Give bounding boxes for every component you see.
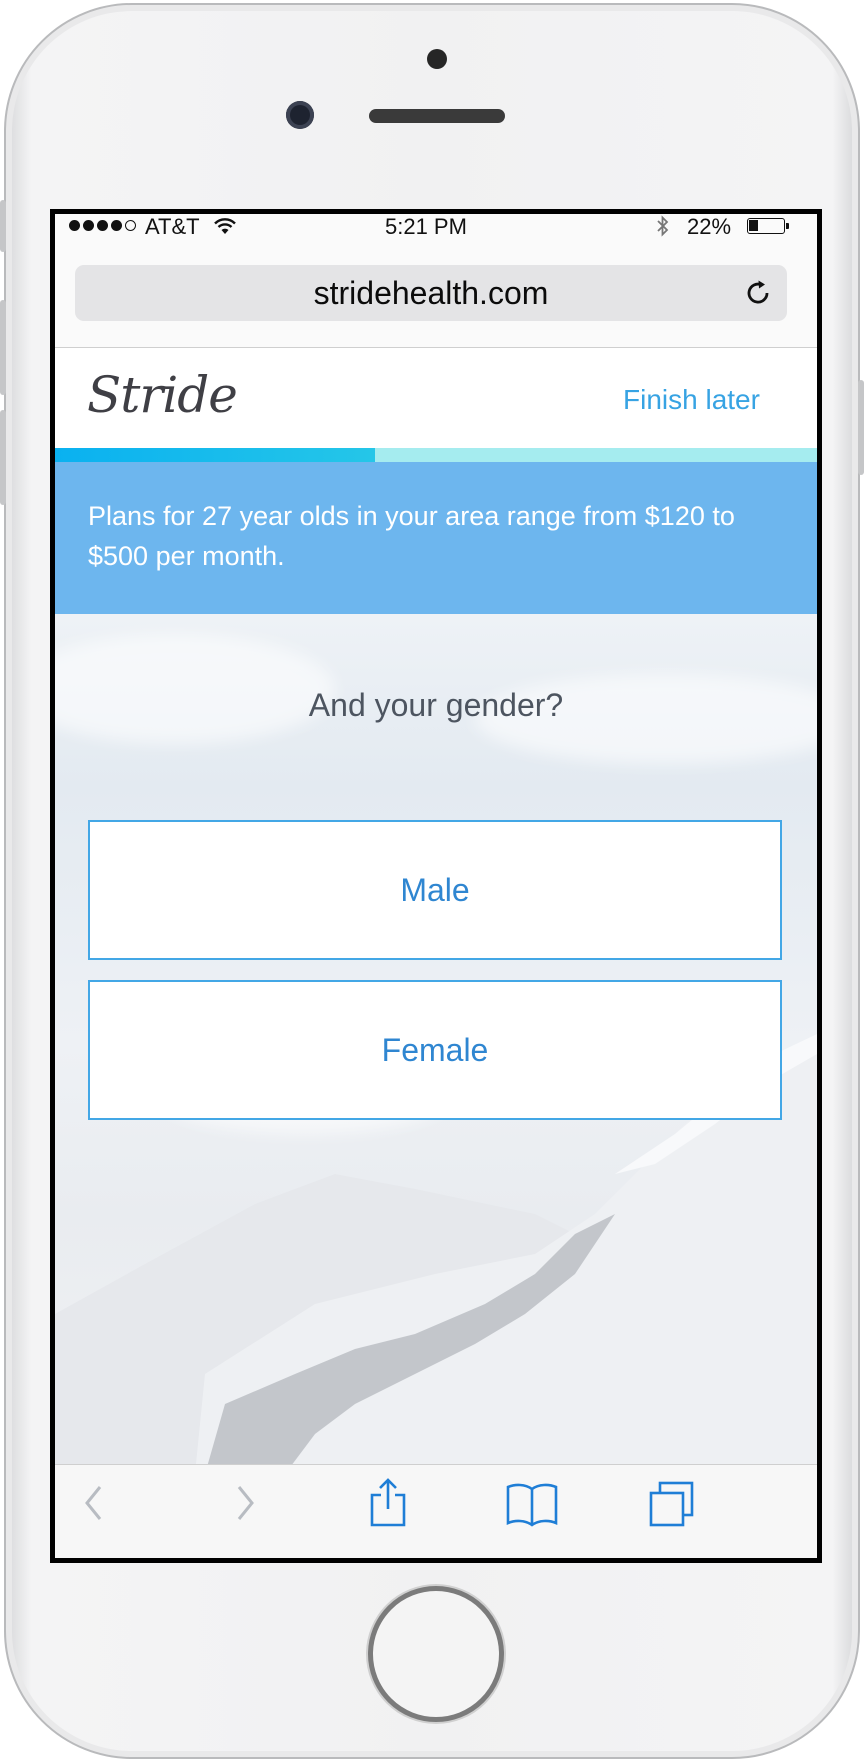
banner-text: Plans for 27 year olds in your area rang… — [88, 501, 735, 571]
volume-down-button — [0, 410, 6, 505]
power-button — [858, 380, 864, 475]
status-bar: AT&T 5:21 PM 22% — [55, 214, 817, 240]
clock: 5:21 PM — [385, 214, 467, 239]
progress-fill — [55, 448, 376, 462]
url-text: stridehealth.com — [313, 275, 549, 311]
back-chevron-icon[interactable] — [82, 1483, 106, 1523]
sensor-dot — [427, 49, 447, 69]
earpiece-speaker — [369, 109, 505, 123]
signal-icon — [69, 220, 136, 231]
mute-switch — [0, 200, 6, 252]
carrier-label: AT&T — [145, 214, 200, 239]
forward-chevron-icon[interactable] — [233, 1483, 257, 1523]
question-panel: And your gender? Male Female — [55, 614, 817, 1474]
volume-up-button — [0, 300, 6, 395]
wifi-icon — [214, 218, 236, 234]
tabs-icon[interactable] — [647, 1479, 697, 1529]
front-camera-icon — [286, 101, 314, 129]
option-label: Female — [381, 1031, 489, 1068]
stride-logo[interactable]: Stride — [87, 366, 238, 424]
bluetooth-icon — [657, 215, 669, 237]
question-title: And your gender? — [308, 687, 564, 723]
site-header: Stride Finish later — [55, 348, 817, 448]
info-banner: Plans for 27 year olds in your area rang… — [55, 462, 817, 614]
reload-icon[interactable] — [743, 278, 773, 308]
book-icon[interactable] — [505, 1481, 559, 1527]
browser-toolbar — [55, 1464, 817, 1558]
option-female-button[interactable]: Female — [88, 980, 782, 1120]
address-bar[interactable]: stridehealth.com — [75, 265, 787, 321]
finish-later-link[interactable]: Finish later — [623, 384, 760, 416]
option-male-button[interactable]: Male — [88, 820, 782, 960]
option-label: Male — [400, 871, 470, 908]
battery-percent: 22% — [687, 214, 732, 239]
battery-icon — [747, 218, 789, 234]
progress-bar — [55, 448, 817, 462]
home-button[interactable] — [368, 1586, 504, 1722]
screen: AT&T 5:21 PM 22% stridehealth.com Stride… — [50, 209, 822, 1563]
share-icon[interactable] — [368, 1477, 408, 1527]
